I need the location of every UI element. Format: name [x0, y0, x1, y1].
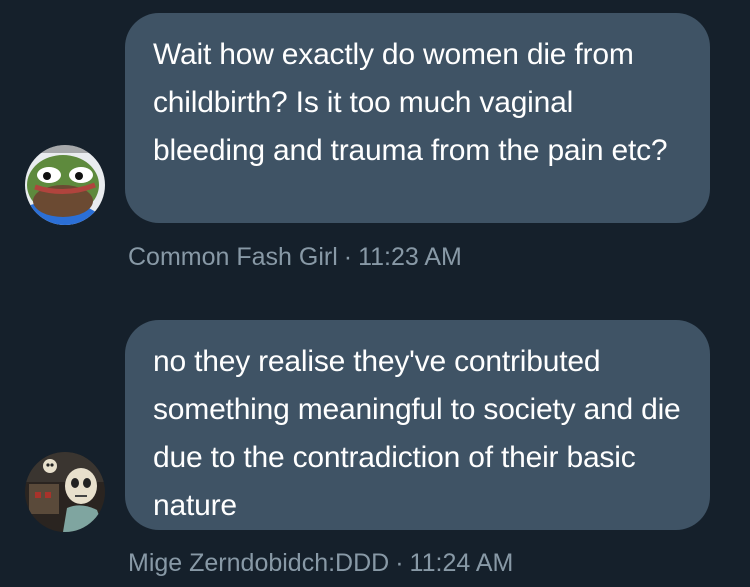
message-text: no they realise they've contributed some… — [153, 345, 681, 522]
message-meta: Mige Zerndobidch:DDD · 11:24 AM — [128, 548, 513, 578]
message-text: Wait how exactly do women die from child… — [153, 38, 668, 167]
sender-name[interactable]: Common Fash Girl — [128, 243, 338, 271]
meta-separator: · — [395, 549, 404, 577]
message-meta: Common Fash Girl · 11:23 AM — [128, 242, 462, 272]
meta-separator: · — [343, 243, 353, 271]
skull-figure-avatar-icon — [25, 452, 105, 532]
avatar[interactable] — [25, 452, 105, 532]
sender-name[interactable]: Mige Zerndobidch:DDD — [128, 549, 389, 577]
message-time: 11:24 AM — [409, 549, 514, 577]
message-time: 11:23 AM — [358, 243, 462, 271]
avatar[interactable] — [25, 145, 105, 225]
message-bubble[interactable]: no they realise they've contributed some… — [125, 320, 710, 530]
message-bubble[interactable]: Wait how exactly do women die from child… — [125, 13, 710, 223]
pepe-frog-avatar-icon — [25, 145, 105, 225]
